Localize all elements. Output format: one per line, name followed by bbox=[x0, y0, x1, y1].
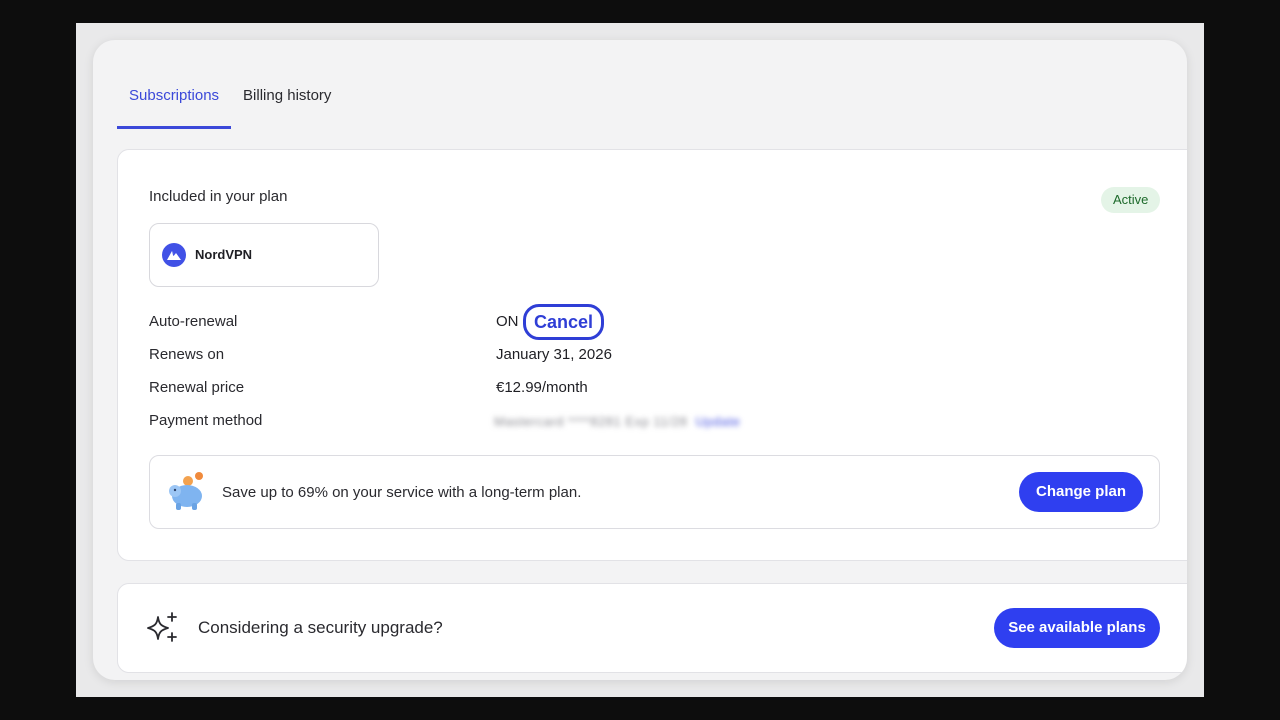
update-payment-link[interactable]: Update bbox=[695, 414, 740, 429]
auto-renewal-value: ON bbox=[496, 313, 519, 330]
change-plan-button[interactable]: Change plan bbox=[1019, 472, 1143, 512]
payment-card-text: Mastercard ****8281 Exp 11/28 bbox=[494, 414, 688, 429]
payment-method-label: Payment method bbox=[149, 412, 263, 429]
included-in-plan-heading: Included in your plan bbox=[149, 188, 288, 205]
see-available-plans-button[interactable]: See available plans bbox=[994, 608, 1160, 648]
renewal-price-value: €12.99/month bbox=[496, 379, 588, 396]
upgrade-text: Considering a security upgrade? bbox=[198, 618, 443, 637]
tab-billing-history[interactable]: Billing history bbox=[231, 80, 343, 126]
payment-method-value: Mastercard ****8281 Exp 11/28 Update bbox=[494, 414, 740, 429]
product-tile: NordVPN bbox=[149, 223, 379, 287]
tab-bar: Subscriptions Billing history bbox=[117, 80, 343, 129]
product-name: NordVPN bbox=[195, 247, 253, 262]
sparkles-icon bbox=[144, 612, 180, 649]
auto-renewal-label: Auto-renewal bbox=[149, 313, 238, 330]
renewal-price-label: Renewal price bbox=[149, 379, 245, 396]
status-badge: Active bbox=[1101, 187, 1161, 213]
promo-text: Save up to 69% on your service with a lo… bbox=[222, 484, 582, 501]
upgrade-card: Considering a security upgrade? See avai… bbox=[117, 583, 1187, 673]
plan-card: Included in your plan Active NordVPN Aut… bbox=[117, 149, 1187, 561]
cancel-button[interactable]: Cancel bbox=[523, 304, 605, 340]
screen: Subscriptions Billing history Included i… bbox=[76, 23, 1204, 697]
renews-on-label: Renews on bbox=[149, 346, 225, 363]
subscription-panel: Subscriptions Billing history Included i… bbox=[93, 40, 1187, 680]
tab-subscriptions[interactable]: Subscriptions bbox=[117, 80, 232, 129]
piggy-bank-icon bbox=[166, 470, 208, 517]
renews-on-value: January 31, 2026 bbox=[496, 346, 612, 363]
nordvpn-logo-icon bbox=[162, 243, 186, 267]
promo-banner: Save up to 69% on your service with a lo… bbox=[149, 455, 1160, 529]
